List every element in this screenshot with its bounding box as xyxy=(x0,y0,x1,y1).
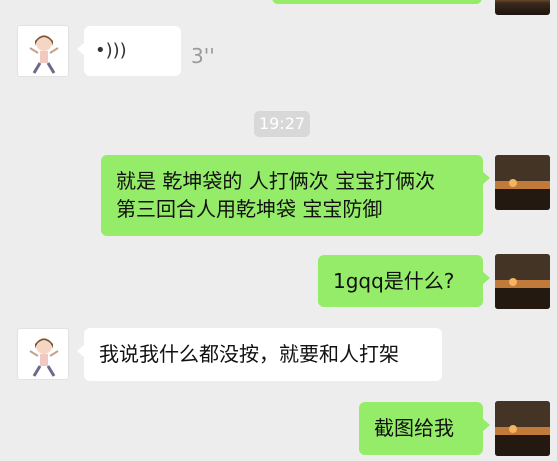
voice-message-bubble[interactable]: •))) xyxy=(77,26,181,76)
avatar-self-2[interactable] xyxy=(495,254,550,309)
girl-avatar-icon xyxy=(29,338,59,377)
avatar-other-2[interactable] xyxy=(17,328,69,380)
message-bubble-self-long[interactable]: 就是 乾坤袋的 人打俩次 宝宝打俩次 第三回合人用乾坤袋 宝宝防御 xyxy=(101,155,490,236)
avatar-self[interactable] xyxy=(495,0,550,15)
sunset-avatar-icon xyxy=(495,254,550,309)
message-bubble-self-screenshot[interactable]: 截图给我 xyxy=(359,402,490,455)
sunset-avatar-icon xyxy=(495,155,550,210)
message-bubble-other[interactable]: 我说我什么都没按，就要和人打架 xyxy=(77,328,442,381)
voice-duration: 3'' xyxy=(191,44,215,68)
chat-area: •))) 3'' 19:27 就是 乾坤袋的 人打俩次 宝宝打俩次 第三回合人用… xyxy=(0,0,557,461)
sunset-avatar-icon xyxy=(495,401,550,456)
avatar-self-1[interactable] xyxy=(495,155,550,210)
message-bubble-self-question[interactable]: 1gqq是什么? xyxy=(318,255,490,307)
avatar-self-3[interactable] xyxy=(495,401,550,456)
voice-wave-icon: •))) xyxy=(95,40,127,61)
message-other-text: 我说我什么都没按，就要和人打架 xyxy=(99,342,399,366)
girl-avatar-icon xyxy=(29,35,59,74)
message-screenshot-text: 截图给我 xyxy=(374,416,454,440)
avatar-other[interactable] xyxy=(17,25,69,77)
message-question-text: 1gqq是什么? xyxy=(333,269,455,293)
message-line-1: 就是 乾坤袋的 人打俩次 宝宝打俩次 xyxy=(116,169,436,193)
timestamp-chip: 19:27 xyxy=(254,111,310,137)
message-bubble-partial[interactable] xyxy=(272,0,482,4)
message-line-2: 第三回合人用乾坤袋 宝宝防御 xyxy=(116,197,383,221)
